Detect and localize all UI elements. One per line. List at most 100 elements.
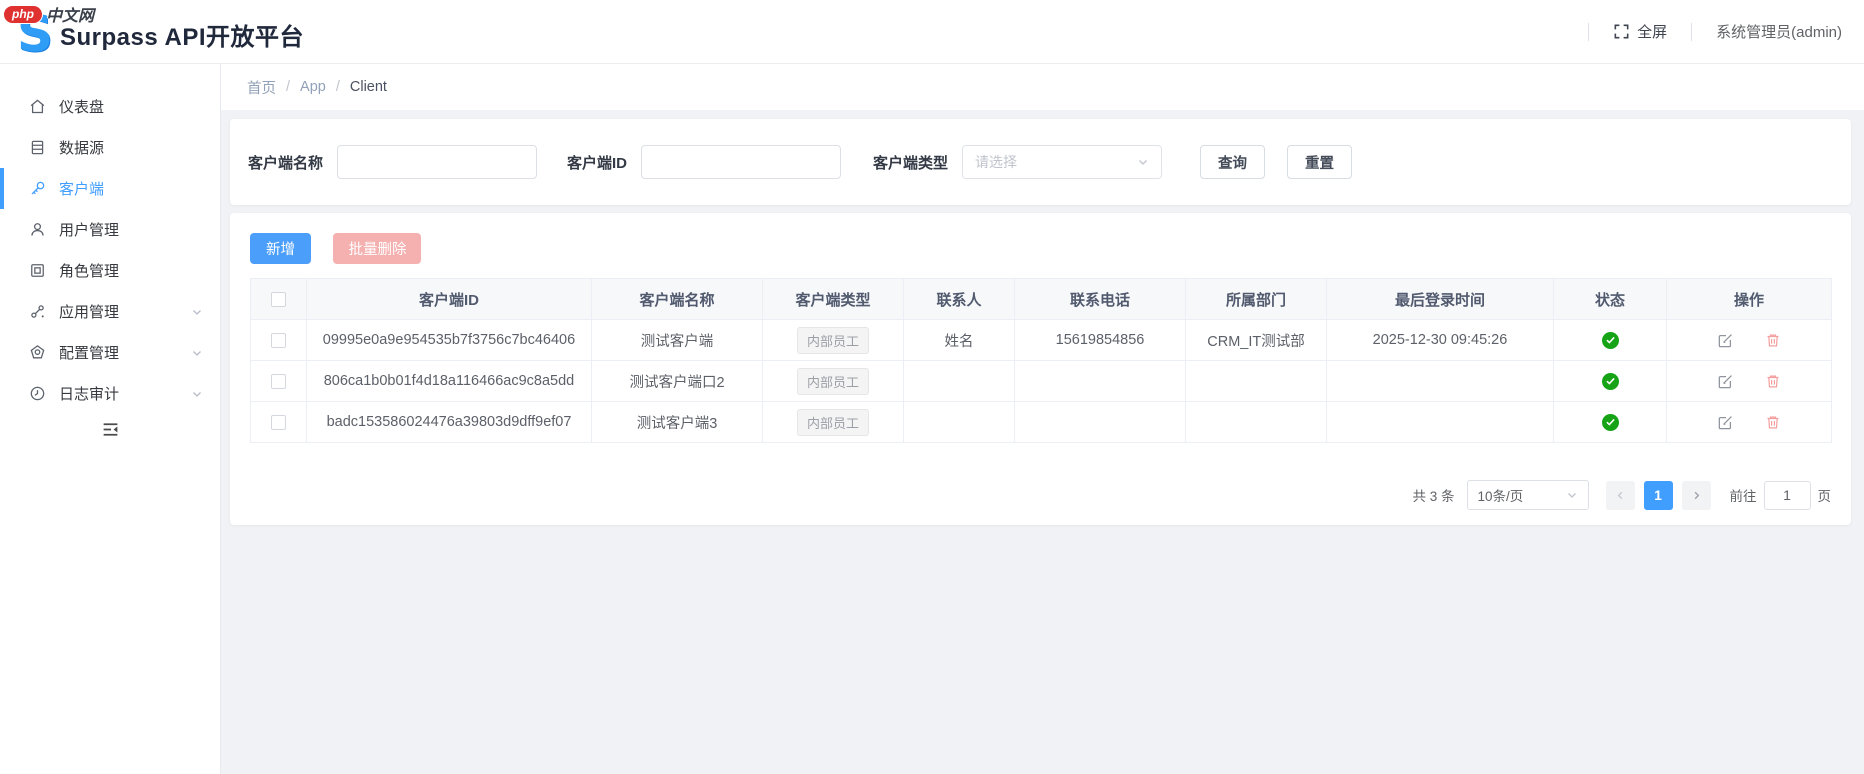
- delete-icon[interactable]: [1765, 414, 1781, 431]
- row-checkbox[interactable]: [271, 414, 286, 430]
- cell-client-id: 806ca1b0b01f4d18a116466ac9c8a5dd: [306, 360, 592, 402]
- user-menu[interactable]: 系统管理员(admin): [1716, 21, 1842, 42]
- col-department: 所属部门: [1185, 278, 1327, 320]
- client-type-tag: 内部员工: [796, 408, 869, 436]
- datasource-icon: [29, 139, 46, 156]
- col-client-name: 客户端名称: [591, 278, 763, 320]
- goto-label: 前往: [1729, 489, 1757, 504]
- cell-contact: [903, 401, 1015, 443]
- reset-button[interactable]: 重置: [1287, 145, 1353, 179]
- php-logo: php: [3, 4, 43, 24]
- edit-icon[interactable]: [1717, 373, 1734, 390]
- col-last-login: 最后登录时间: [1326, 278, 1554, 320]
- client-table: 客户端ID 客户端名称 客户端类型 联系人 联系电话 所属部门 最后登录时间 状…: [250, 278, 1832, 443]
- status-enabled-icon: [1601, 413, 1619, 431]
- sidebar-item-roles[interactable]: 角色管理: [0, 250, 220, 291]
- chevron-down-icon: [1566, 489, 1578, 501]
- header-divider: [1588, 22, 1590, 41]
- fold-icon: [101, 420, 120, 439]
- batch-delete-button[interactable]: 批量删除: [333, 233, 422, 264]
- php-site-name: 中文网: [46, 8, 95, 25]
- cell-client-name: 测试客户端3: [591, 401, 763, 443]
- client-type-tag: 内部员工: [796, 367, 869, 395]
- sidebar-item-dashboard[interactable]: 仪表盘: [0, 86, 220, 127]
- row-checkbox[interactable]: [271, 332, 286, 348]
- cell-last-login: [1326, 401, 1554, 443]
- col-contact: 联系人: [903, 278, 1015, 320]
- breadcrumb-separator: /: [335, 79, 340, 95]
- fullscreen-button[interactable]: 全屏: [1613, 21, 1667, 42]
- prev-page-button[interactable]: [1605, 480, 1635, 510]
- client-name-input[interactable]: [337, 145, 538, 179]
- pagination-total: 共 3 条: [1412, 489, 1455, 504]
- col-status: 状态: [1553, 278, 1667, 320]
- status-enabled-icon: [1601, 372, 1619, 390]
- sidebar-item-label: 配置管理: [59, 345, 120, 362]
- chevron-down-icon: [191, 347, 203, 359]
- sidebar-item-label: 角色管理: [59, 263, 120, 280]
- table-row: 09995e0a9e954535b7f3756c7bc46406 测试客户端 内…: [250, 319, 1832, 361]
- delete-icon[interactable]: [1765, 373, 1781, 390]
- sidebar-collapse-button[interactable]: [0, 420, 220, 439]
- chevron-down-icon: [1137, 156, 1149, 168]
- select-all-checkbox[interactable]: [271, 292, 286, 308]
- client-id-input[interactable]: [641, 145, 842, 179]
- header-actions: 全屏 系统管理员(admin): [1564, 21, 1864, 42]
- page-1-button[interactable]: 1: [1643, 480, 1673, 510]
- select-placeholder: 请选择: [975, 154, 1018, 170]
- sidebar-item-audit[interactable]: 日志审计: [0, 373, 220, 414]
- breadcrumb-app[interactable]: App: [300, 79, 326, 95]
- sidebar-item-apps[interactable]: 应用管理: [0, 291, 220, 332]
- sidebar-item-label: 日志审计: [59, 386, 120, 403]
- fullscreen-label: 全屏: [1637, 24, 1668, 41]
- content-area: 客户端名称 客户端ID 客户端类型 请选择 查询 重置 新增 批量删除 客户端I…: [221, 110, 1864, 525]
- breadcrumb: 首页 / App / Client: [221, 64, 1864, 110]
- sidebar-item-client[interactable]: 客户端: [0, 168, 220, 209]
- cell-client-id: 09995e0a9e954535b7f3756c7bc46406: [306, 319, 592, 361]
- sidebar-item-config[interactable]: 配置管理: [0, 332, 220, 373]
- table-header-row: 客户端ID 客户端名称 客户端类型 联系人 联系电话 所属部门 最后登录时间 状…: [250, 278, 1832, 320]
- cell-last-login: 2025-12-30 09:45:26: [1326, 319, 1554, 361]
- breadcrumb-home[interactable]: 首页: [247, 77, 276, 98]
- cell-department: [1185, 360, 1327, 402]
- delete-icon[interactable]: [1765, 332, 1781, 349]
- sidebar-item-label: 仪表盘: [59, 99, 105, 116]
- goto-page-input[interactable]: [1763, 480, 1811, 510]
- client-type-tag: 内部员工: [796, 326, 869, 354]
- page-size-select[interactable]: 10条/页: [1466, 480, 1589, 510]
- sidebar-item-datasource[interactable]: 数据源: [0, 127, 220, 168]
- breadcrumb-current: Client: [349, 79, 387, 95]
- cell-last-login: [1326, 360, 1554, 402]
- pagination: 共 3 条 10条/页 1 前往 1 页: [250, 480, 1831, 510]
- cell-contact: 姓名: [903, 319, 1015, 361]
- cell-phone: [1014, 401, 1186, 443]
- main-content: 首页 / App / Client 客户端名称 客户端ID 客户端类型 请选择 …: [221, 64, 1864, 774]
- row-checkbox[interactable]: [271, 373, 286, 389]
- app-icon: [29, 303, 46, 320]
- client-name-label: 客户端名称: [248, 154, 324, 172]
- key-icon: [29, 180, 46, 197]
- sidebar-item-users[interactable]: 用户管理: [0, 209, 220, 250]
- query-button[interactable]: 查询: [1200, 145, 1266, 179]
- cell-contact: [903, 360, 1015, 402]
- edit-icon[interactable]: [1717, 414, 1734, 431]
- header-divider: [1691, 22, 1693, 41]
- app-header: S Surpass API开放平台 全屏 系统管理员(admin): [0, 0, 1864, 64]
- client-type-select[interactable]: 请选择: [962, 145, 1163, 179]
- sidebar-item-label: 客户端: [59, 181, 105, 198]
- cell-phone: 15619854856: [1014, 319, 1186, 361]
- add-button[interactable]: 新增: [250, 233, 311, 264]
- app-window: php 中文网 S Surpass API开放平台 全屏 系统管理员(admin…: [0, 0, 1864, 774]
- edit-icon[interactable]: [1717, 332, 1734, 349]
- next-page-button[interactable]: [1681, 480, 1711, 510]
- sidebar-item-label: 数据源: [59, 140, 105, 157]
- cell-client-name: 测试客户端: [591, 319, 763, 361]
- chevron-right-icon: [1691, 490, 1702, 501]
- table-row: 806ca1b0b01f4d18a116466ac9c8a5dd 测试客户端口2…: [250, 360, 1832, 402]
- fullscreen-icon: [1613, 23, 1630, 40]
- home-icon: [29, 98, 46, 115]
- sidebar: 仪表盘 数据源 客户端 用户管理 角色管理 应用管理 配置管理 日志审计: [0, 64, 221, 774]
- page-size-value: 10条/页: [1477, 489, 1524, 504]
- status-enabled-icon: [1601, 331, 1619, 349]
- col-client-id: 客户端ID: [306, 278, 592, 320]
